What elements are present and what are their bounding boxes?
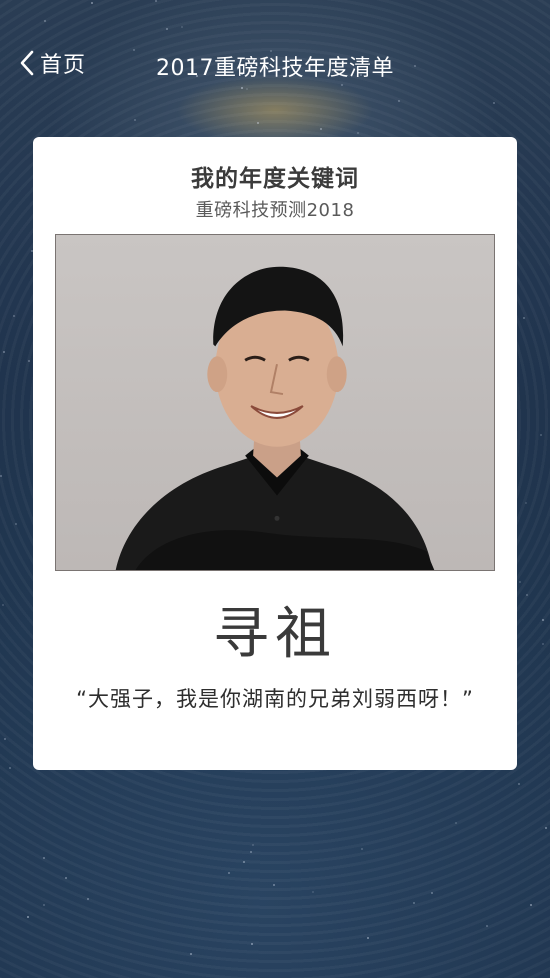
star-dot [13,315,15,317]
star-dot [540,434,542,436]
star-dot [542,643,544,645]
star-dot [190,953,192,955]
star-dot [28,360,30,362]
star-dot [0,475,2,477]
star-dot [486,925,488,927]
star-dot [530,904,532,906]
star-dot [320,128,322,130]
star-dot [15,523,17,525]
person-portrait-image [115,266,435,570]
star-dot [519,581,521,583]
star-dot [27,916,29,918]
star-dot [65,877,67,879]
star-dot [545,827,547,829]
back-label: 首页 [40,53,87,78]
star-dot [9,767,11,769]
chevron-left-icon [20,50,34,76]
keyword-quote: “大强子，我是你湖南的兄弟刘弱西呀！” [76,687,474,711]
star-dot [455,822,457,824]
star-dot [361,848,363,850]
star-dot [413,902,415,904]
star-dot [43,904,45,906]
back-button[interactable]: 首页 [18,46,86,80]
star-dot [251,943,253,945]
star-dot [228,872,230,874]
annual-keyword: 寻祖 [213,602,337,667]
star-dot [43,857,45,859]
star-dot [87,898,89,900]
card-subtitle: 重磅科技预测2018 [195,200,355,221]
star-dot [526,594,528,596]
keyword-card: 我的年度关键词 重磅科技预测2018 寻祖 “大强子，我是你湖南的兄弟刘弱西呀！… [33,137,517,770]
star-dot [542,619,544,621]
star-dot [523,317,525,319]
star-dot [2,604,4,606]
star-dot [357,132,359,134]
star-dot [367,937,369,939]
star-dot [3,351,5,353]
card-title: 我的年度关键词 [191,166,359,192]
portrait-photo [55,234,495,571]
star-dot [250,851,252,853]
star-dot [252,844,254,846]
star-dot [312,891,314,893]
page-title: 2017重磅科技年度清单 [156,56,394,81]
star-dot [273,884,275,886]
star-dot [243,861,245,863]
star-dot [525,502,527,504]
star-dot [431,892,433,894]
top-navigation-bar: 首页 2017重磅科技年度清单 [0,0,550,128]
star-dot [518,783,520,785]
star-dot [4,738,6,740]
